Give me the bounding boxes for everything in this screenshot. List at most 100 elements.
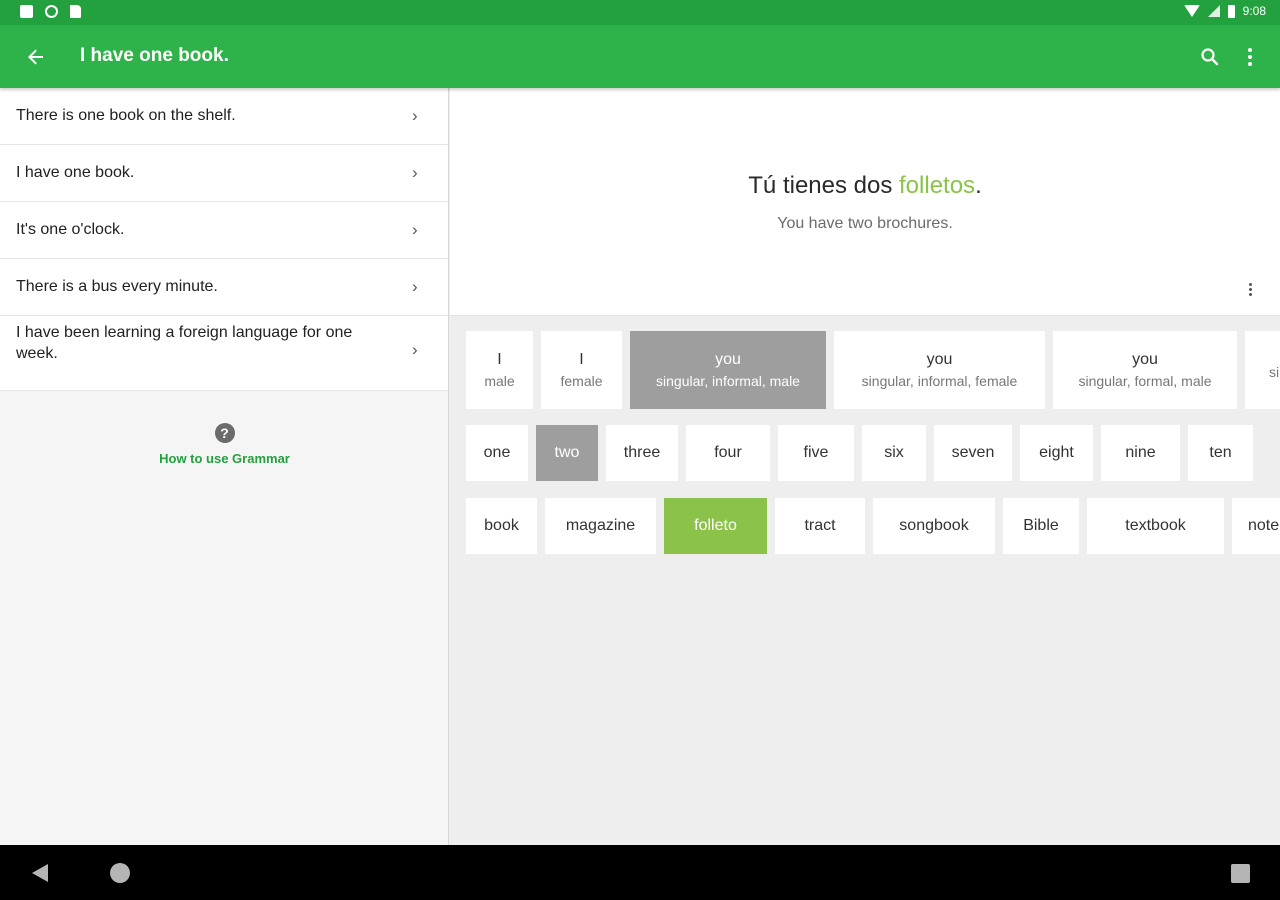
chip-label: tract <box>804 517 836 534</box>
chip-label: magazine <box>565 517 636 534</box>
list-item[interactable]: There is one book on the shelf. › <box>0 88 448 145</box>
number-chip[interactable]: three <box>606 425 678 481</box>
notification-icons <box>20 5 81 18</box>
list-item-label: There is a bus every minute. <box>16 278 218 295</box>
noun-chip[interactable]: tract <box>775 498 865 554</box>
page-title: I have one book. <box>80 45 229 66</box>
sentence-builder-pane: Tú tienes dos folletos. You have two bro… <box>450 88 1280 845</box>
number-chip-row: one two three four five six seven eight … <box>466 425 1253 481</box>
system-nav-bar <box>0 845 1280 900</box>
noun-chip-row: book magazine folleto tract songbook Bib… <box>466 498 1280 554</box>
number-chip-selected[interactable]: two <box>536 425 598 481</box>
chip-label: eight <box>1039 444 1074 461</box>
noun-chip[interactable]: Bible <box>1003 498 1079 554</box>
search-icon[interactable] <box>1196 43 1224 71</box>
chip-main-label: I <box>579 351 584 368</box>
number-chip[interactable]: ten <box>1188 425 1253 481</box>
list-item[interactable]: There is a bus every minute. › <box>0 259 448 316</box>
number-chip[interactable]: four <box>686 425 770 481</box>
chip-label: one <box>483 444 511 461</box>
sentence-suffix: . <box>975 172 982 199</box>
noun-chip[interactable]: book <box>466 498 537 554</box>
number-chip[interactable]: eight <box>1020 425 1093 481</box>
list-item-label: There is one book on the shelf. <box>16 107 236 124</box>
subject-chip-selected[interactable]: you singular, informal, male <box>630 331 826 409</box>
number-chip[interactable]: six <box>862 425 926 481</box>
number-chip[interactable]: seven <box>934 425 1012 481</box>
number-chip[interactable]: one <box>466 425 528 481</box>
chip-label: ten <box>1209 444 1232 461</box>
notification-sync-icon <box>45 5 58 18</box>
translation: You have two brochures. <box>777 215 953 232</box>
chip-main-label: you <box>715 351 741 368</box>
chip-label: Bible <box>1023 517 1059 534</box>
sentence-preview: Tú tienes dos folletos. You have two bro… <box>450 88 1280 316</box>
chip-main-label: you <box>1132 351 1158 368</box>
list-item[interactable]: It's one o'clock. › <box>0 202 448 259</box>
chip-label: six <box>884 444 904 461</box>
chip-label: book <box>484 517 519 534</box>
list-item-label: I have been learning a foreign language … <box>16 324 353 362</box>
noun-chip-selected[interactable]: folleto <box>664 498 767 554</box>
chip-sub-label: singular, informal, male <box>656 373 800 389</box>
subject-chip[interactable]: Imale <box>466 331 533 409</box>
sentence-highlight: folletos <box>899 172 976 199</box>
chip-main-label: I <box>497 351 502 368</box>
subject-chip[interactable]: you singular, informal, female <box>834 331 1045 409</box>
overflow-menu-icon[interactable] <box>1238 43 1262 71</box>
chip-label: folleto <box>694 517 737 534</box>
chip-label: seven <box>951 444 995 461</box>
subject-chip[interactable]: sin <box>1245 331 1280 409</box>
chevron-right-icon: › <box>412 277 418 296</box>
sentence-prefix: Tú tienes dos <box>748 172 900 199</box>
subject-chip[interactable]: you singular, formal, male <box>1053 331 1237 409</box>
number-chip[interactable]: nine <box>1101 425 1180 481</box>
chip-label: nine <box>1125 444 1156 461</box>
system-icons: 9:08 <box>1183 4 1266 18</box>
chip-label: two <box>554 444 580 461</box>
chevron-right-icon: › <box>412 106 418 125</box>
list-item-label: I have one book. <box>16 164 135 181</box>
help-section: ? How to use Grammar <box>0 423 449 466</box>
chevron-right-icon: › <box>412 163 418 182</box>
target-sentence: Tú tienes dos folletos. <box>450 172 1280 200</box>
chip-label: five <box>803 444 829 461</box>
number-chip[interactable]: five <box>778 425 854 481</box>
noun-chip[interactable]: note <box>1232 498 1280 554</box>
list-item[interactable]: I have been learning a foreign language … <box>0 316 448 391</box>
noun-chip[interactable]: magazine <box>545 498 656 554</box>
nav-recents-icon[interactable] <box>1231 864 1250 883</box>
chip-sub-label: female <box>560 373 603 389</box>
sd-card-icon <box>70 5 81 18</box>
clock: 9:08 <box>1242 4 1266 18</box>
list-item[interactable]: I have one book. › <box>0 145 448 202</box>
back-arrow-icon[interactable] <box>22 43 50 71</box>
preview-overflow-menu-icon[interactable] <box>1240 278 1260 300</box>
notification-app-icon <box>20 5 33 18</box>
app-bar: I have one book. <box>0 25 1280 88</box>
how-to-use-link[interactable]: How to use Grammar <box>0 451 449 466</box>
subject-chip[interactable]: Ifemale <box>541 331 622 409</box>
chip-label: four <box>714 444 742 461</box>
chip-label: three <box>623 444 661 461</box>
chevron-right-icon: › <box>412 220 418 239</box>
chip-sub-label: male <box>484 373 515 389</box>
chip-label: textbook <box>1125 517 1186 534</box>
chip-label: songbook <box>899 517 969 534</box>
list-item-label: It's one o'clock. <box>16 221 125 238</box>
subject-chip-row: Imale Ifemale you singular, informal, mal… <box>466 331 1280 409</box>
chip-label: note <box>1248 517 1280 534</box>
noun-chip[interactable]: textbook <box>1087 498 1224 554</box>
noun-chip[interactable]: songbook <box>873 498 995 554</box>
chip-sub-label: singular, informal, female <box>861 373 1018 389</box>
sentence-list-pane: There is one book on the shelf. › I have… <box>0 88 449 845</box>
status-bar: 9:08 <box>0 0 1280 25</box>
wifi-icon <box>1183 5 1200 17</box>
chevron-right-icon: › <box>412 340 418 359</box>
nav-home-icon[interactable] <box>110 863 130 883</box>
signal-icon <box>1207 5 1220 17</box>
chip-sub-label: sin <box>1269 364 1280 380</box>
battery-icon <box>1227 4 1235 18</box>
help-icon[interactable]: ? <box>214 423 235 443</box>
nav-back-icon[interactable] <box>32 864 48 882</box>
